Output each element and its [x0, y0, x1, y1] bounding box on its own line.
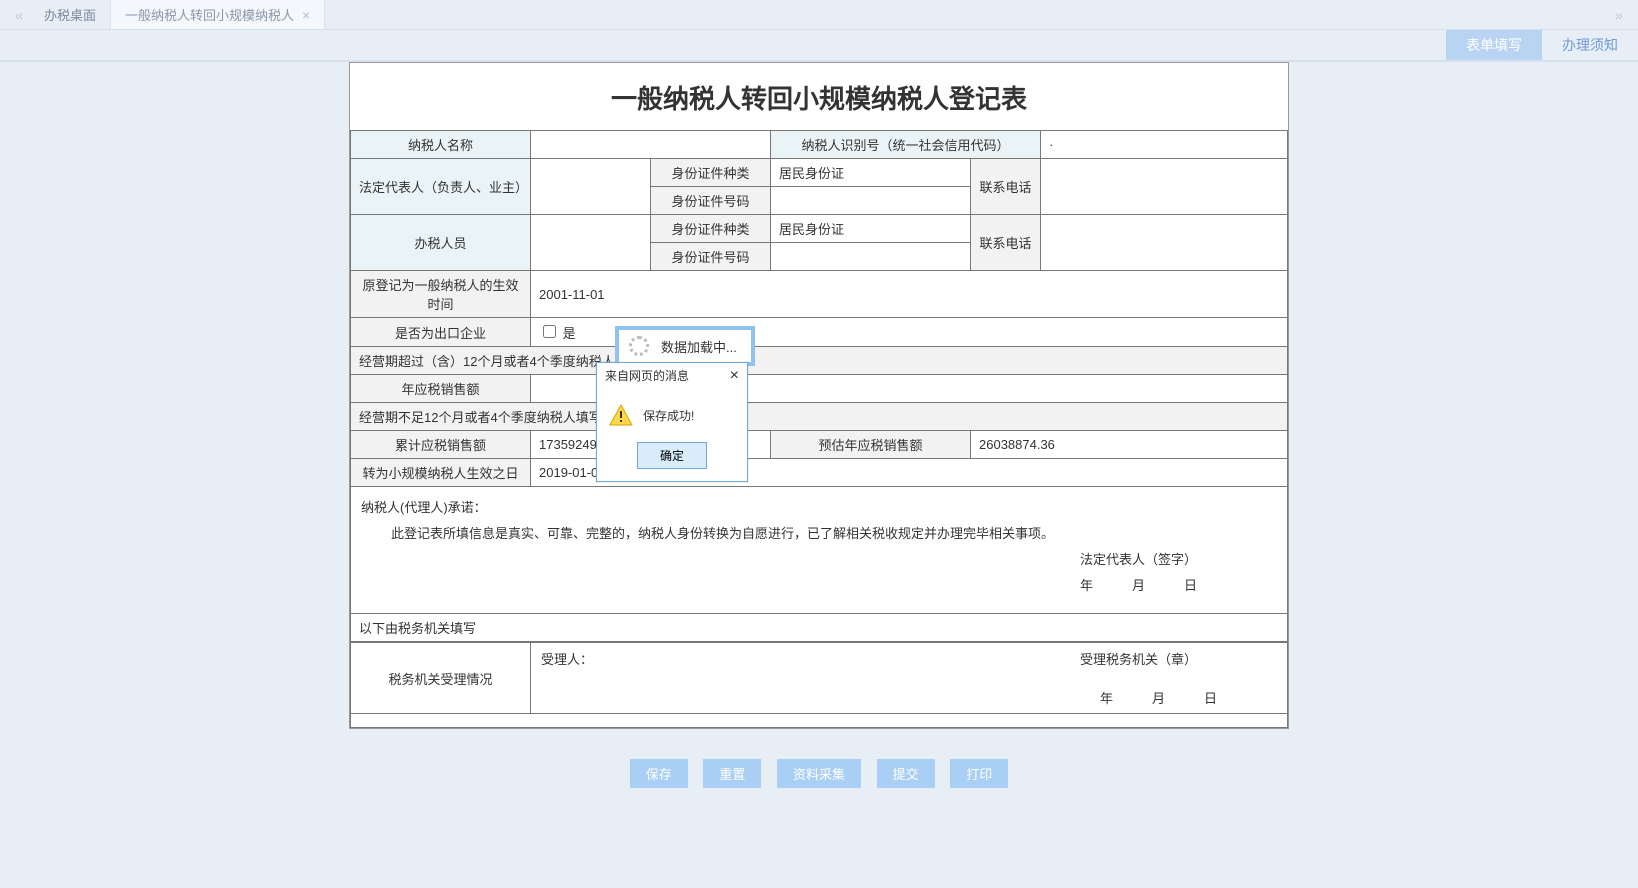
authority-table: 税务机关受理情况 受理人： 受理税务机关（章） 年 月 日: [350, 642, 1288, 728]
label-phone-2: 联系电话: [971, 215, 1041, 271]
tab-home[interactable]: 办税桌面: [30, 0, 111, 29]
dialog-close-icon[interactable]: ×: [730, 368, 739, 384]
acceptor-label: 受理人：: [541, 649, 593, 668]
legal-sign-label: 法定代表人（签字）: [361, 547, 1277, 573]
value-agent-name[interactable]: [531, 215, 651, 271]
label-convert-date: 转为小规模纳税人生效之日: [351, 459, 531, 487]
save-button[interactable]: 保存: [630, 759, 688, 788]
bottom-button-bar: 保存 重置 资料采集 提交 打印: [0, 729, 1638, 818]
collect-button[interactable]: 资料采集: [777, 759, 861, 788]
value-taxpayer-name[interactable]: [531, 131, 771, 159]
label-taxpayer-name: 纳税人名称: [351, 131, 531, 159]
value-est-annual-sales[interactable]: 26038874.36: [971, 431, 1288, 459]
registration-form: 一般纳税人转回小规模纳税人登记表 纳税人名称 纳税人识别号（统一社会信用代码） …: [349, 62, 1289, 729]
label-id-type-1: 身份证件种类: [651, 159, 771, 187]
submit-button[interactable]: 提交: [877, 759, 935, 788]
page-body: 一般纳税人转回小规模纳税人登记表 纳税人名称 纳税人识别号（统一社会信用代码） …: [0, 62, 1638, 888]
label-authority-status: 税务机关受理情况: [351, 643, 531, 714]
value-orig-general-date[interactable]: 2001-11-01: [531, 271, 1288, 318]
label-id-num-1: 身份证件号码: [651, 187, 771, 215]
dialog-message: 保存成功!: [643, 407, 694, 424]
close-icon[interactable]: ×: [302, 7, 310, 23]
tab-current-label: 一般纳税人转回小规模纳税人: [125, 5, 294, 24]
label-is-export: 是否为出口企业: [351, 318, 531, 347]
reset-button[interactable]: 重置: [703, 759, 761, 788]
form-table: 纳税人名称 纳税人识别号（统一社会信用代码） · 法定代表人（负责人、业主） 身…: [350, 130, 1288, 487]
value-agent-id-num[interactable]: [771, 243, 971, 271]
authority-date-line: 年 月 日: [541, 688, 1277, 707]
tab-home-label: 办税桌面: [44, 5, 96, 24]
value-legal-rep-id-num[interactable]: [771, 187, 971, 215]
label-id-num-2: 身份证件号码: [651, 243, 771, 271]
promise-title: 纳税人(代理人)承诺：: [361, 495, 1277, 521]
label-tax-agent: 办税人员: [351, 215, 531, 271]
promise-date-line: 年 月 日: [361, 573, 1277, 599]
label-phone-1: 联系电话: [971, 159, 1041, 215]
export-checkbox[interactable]: [543, 325, 556, 338]
value-agent-phone[interactable]: [1041, 215, 1288, 271]
message-dialog: 来自网页的消息 × 保存成功! 确定: [596, 362, 748, 482]
authority-footer-spacer: [351, 714, 1288, 728]
authority-section-label: 以下由税务机关填写: [350, 614, 1288, 642]
dialog-title: 来自网页的消息: [605, 367, 689, 384]
label-est-annual-sales: 预估年应税销售额: [771, 431, 971, 459]
action-tab-form-fill[interactable]: 表单填写: [1446, 30, 1542, 60]
label-orig-general-date: 原登记为一般纳税人的生效时间: [351, 271, 531, 318]
label-annual-sales: 年应税销售额: [351, 375, 531, 403]
dialog-ok-button[interactable]: 确定: [637, 442, 707, 469]
value-legal-rep-phone[interactable]: [1041, 159, 1288, 215]
promise-box: 纳税人(代理人)承诺： 此登记表所填信息是真实、可靠、完整的，纳税人身份转换为自…: [350, 487, 1288, 614]
label-cum-sales: 累计应税销售额: [351, 431, 531, 459]
authority-cell: 受理人： 受理税务机关（章） 年 月 日: [531, 643, 1288, 714]
export-checkbox-label: 是: [563, 326, 576, 341]
value-legal-rep-id-type[interactable]: 居民身份证: [771, 159, 971, 187]
value-legal-rep-name[interactable]: [531, 159, 651, 215]
value-agent-id-type[interactable]: 居民身份证: [771, 215, 971, 243]
warning-icon: [609, 404, 633, 426]
tabs-prev-icon[interactable]: «: [8, 0, 30, 29]
section-over12: 经营期超过（含）12个月或者4个季度纳税人填写: [351, 347, 1288, 375]
tab-bar: « 办税桌面 一般纳税人转回小规模纳税人 × »: [0, 0, 1638, 30]
action-tab-form-fill-label: 表单填写: [1466, 35, 1522, 55]
action-bar: 表单填写 办理须知: [0, 30, 1638, 62]
spinner-icon: [629, 336, 649, 356]
tab-current[interactable]: 一般纳税人转回小规模纳税人 ×: [111, 0, 325, 29]
section-under12: 经营期不足12个月或者4个季度纳税人填写: [351, 403, 1288, 431]
label-legal-rep: 法定代表人（负责人、业主）: [351, 159, 531, 215]
print-button[interactable]: 打印: [950, 759, 1008, 788]
authority-stamp-label: 受理税务机关（章）: [1080, 649, 1277, 668]
promise-body: 此登记表所填信息是真实、可靠、完整的，纳税人身份转换为自愿进行，已了解相关税收规…: [361, 521, 1277, 547]
loading-popup: 数据加载中...: [615, 326, 755, 366]
action-tab-instructions[interactable]: 办理须知: [1542, 30, 1638, 60]
form-title: 一般纳税人转回小规模纳税人登记表: [350, 63, 1288, 130]
tabs-next-icon[interactable]: »: [1608, 0, 1630, 29]
label-id-type-2: 身份证件种类: [651, 215, 771, 243]
loading-text: 数据加载中...: [661, 337, 737, 356]
action-tab-instructions-label: 办理须知: [1562, 35, 1618, 55]
label-taxpayer-id: 纳税人识别号（统一社会信用代码）: [771, 131, 1041, 159]
value-taxpayer-id[interactable]: ·: [1041, 131, 1288, 159]
